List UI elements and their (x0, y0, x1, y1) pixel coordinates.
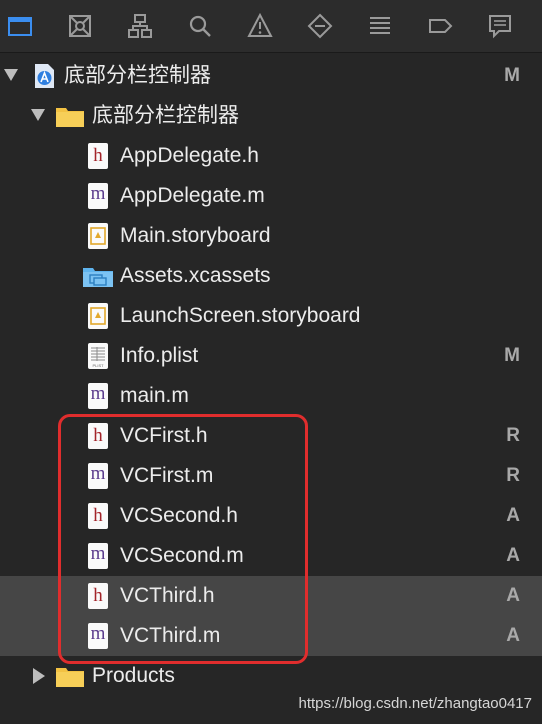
tree-row-file[interactable]: m main.m (0, 376, 542, 416)
tree-row-file[interactable]: Assets.xcassets (0, 256, 542, 296)
tree-row-project[interactable]: 底部分栏控制器 M (0, 56, 542, 96)
status-badge: R (506, 465, 520, 486)
plist-file-icon: PLIST (88, 343, 114, 369)
status-badge: A (506, 545, 520, 566)
tree-item-label: 底部分栏控制器 (64, 64, 211, 87)
test-icon[interactable] (304, 10, 336, 42)
header-file-icon: h (88, 143, 114, 169)
status-badge: A (506, 585, 520, 606)
tree-item-label: 底部分栏控制器 (92, 104, 239, 127)
status-badge: M (504, 345, 520, 366)
warning-icon[interactable] (244, 10, 276, 42)
disclosure-triangle-icon[interactable] (33, 668, 45, 684)
hierarchy-icon[interactable] (124, 10, 156, 42)
tree-item-label: AppDelegate.m (120, 184, 265, 207)
report-icon[interactable] (484, 10, 516, 42)
disclosure-triangle-icon[interactable] (31, 109, 45, 121)
tree-row-group[interactable]: 底部分栏控制器 (0, 96, 542, 136)
tree-row-file[interactable]: LaunchScreen.storyboard (0, 296, 542, 336)
tree-row-file[interactable]: m AppDelegate.m (0, 176, 542, 216)
watermark: https://blog.csdn.net/zhangtao0417 (298, 695, 532, 712)
search-icon[interactable] (184, 10, 216, 42)
folder-icon (55, 103, 85, 129)
tree-item-label: Assets.xcassets (120, 264, 271, 287)
tree-item-label: Info.plist (120, 344, 199, 367)
highlight-annotation (58, 414, 308, 664)
implementation-file-icon: m (88, 383, 114, 409)
folder-icon[interactable] (4, 10, 36, 42)
source-control-icon[interactable] (64, 10, 96, 42)
implementation-file-icon: m (88, 183, 114, 209)
status-badge: A (506, 625, 520, 646)
tree-row-file[interactable]: Main.storyboard (0, 216, 542, 256)
tree-item-label: Products (92, 664, 175, 687)
folder-icon (55, 663, 85, 689)
project-icon (31, 63, 57, 89)
status-badge: A (506, 505, 520, 526)
status-badge: R (506, 425, 520, 446)
storyboard-file-icon (88, 223, 114, 249)
tree-item-label: Main.storyboard (120, 224, 271, 247)
tree-item-label: AppDelegate.h (120, 144, 259, 167)
storyboard-file-icon (88, 303, 114, 329)
tree-item-label: LaunchScreen.storyboard (120, 304, 361, 327)
tree-row-file[interactable]: h AppDelegate.h (0, 136, 542, 176)
asset-catalog-folder-icon (82, 263, 114, 289)
debug-icon[interactable] (364, 10, 396, 42)
tree-row-file[interactable]: PLIST Info.plist M (0, 336, 542, 376)
svg-text:PLIST: PLIST (92, 363, 104, 368)
status-badge: M (504, 65, 520, 86)
breakpoint-icon[interactable] (424, 10, 456, 42)
disclosure-triangle-icon[interactable] (4, 69, 18, 81)
navigator-toolbar (0, 0, 542, 53)
tree-item-label: main.m (120, 384, 189, 407)
